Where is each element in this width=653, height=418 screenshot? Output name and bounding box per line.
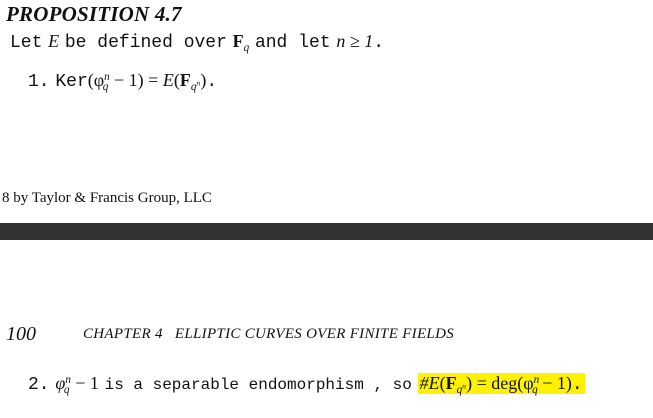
item2-F: F: [445, 373, 457, 393]
item1-lhs: (φ: [87, 70, 105, 90]
item1-number: 1.: [28, 72, 50, 92]
item1-E: E: [162, 70, 174, 90]
intro-q: q: [243, 41, 250, 54]
item1-period: .: [206, 72, 218, 92]
intro-let: Let: [10, 33, 43, 53]
item2-minus1: − 1: [75, 373, 99, 393]
intro-line: Let E be defined over Fq and let n ≥ 1.: [10, 31, 384, 54]
item-1: 1. Ker(φnq − 1) = E(Fqn).: [28, 70, 217, 93]
item2-period: .: [571, 375, 583, 395]
intro-n-ge-1: n ≥ 1: [336, 31, 374, 51]
item1-sub-q: q: [102, 80, 109, 93]
item2-deg-sub-q: q: [532, 383, 538, 396]
item1-minus1: − 1) =: [114, 70, 163, 90]
intro-be-defined-over: be defined over: [64, 33, 227, 53]
item1-F: F: [179, 70, 191, 90]
page-divider-bar: [0, 223, 653, 240]
item2-hash-E: #E: [419, 373, 440, 393]
proposition-title: PROPOSITION 4.7: [6, 2, 182, 26]
running-header: CHAPTER 4 ELLIPTIC CURVES OVER FINITE FI…: [83, 326, 455, 342]
item2-eq-deg: = deg(φ: [472, 373, 534, 393]
intro-and-let: and let: [254, 33, 331, 53]
item1-sub-qn: qn: [190, 78, 201, 93]
item2-sub-qn: qn: [456, 381, 467, 396]
item1-ker: Ker: [55, 72, 88, 92]
item2-number: 2.: [28, 375, 50, 395]
item-2: 2. φnq − 1 is a separable endomorphism ,…: [28, 373, 585, 396]
highlighted-formula: #E(Fqn) = deg(φnq − 1).: [417, 373, 585, 396]
intro-period: .: [373, 33, 385, 53]
item2-deg-tail: − 1): [537, 373, 572, 393]
intro-E: E: [48, 31, 60, 51]
page-number: 100: [6, 323, 36, 345]
item2-sub-q: q: [63, 383, 70, 396]
copyright-line: 8 by Taylor & Francis Group, LLC: [2, 190, 212, 206]
item2-text: is a separable endomorphism , so: [104, 376, 412, 394]
intro-F: F: [232, 31, 244, 51]
